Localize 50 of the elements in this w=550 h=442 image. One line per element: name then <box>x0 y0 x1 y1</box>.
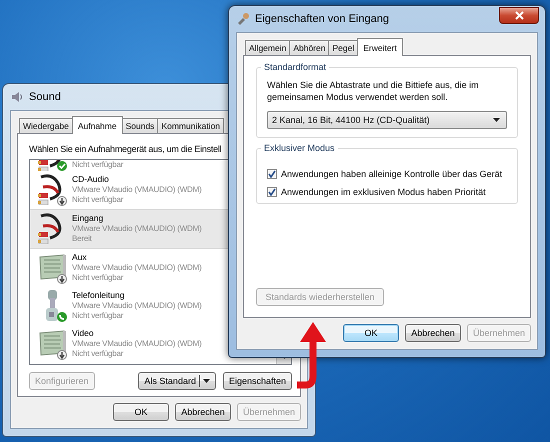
tab[interactable]: Erweitert <box>357 38 403 56</box>
instruction-text: Wählen Sie ein Aufnahmegerät aus, um die Einstell <box>29 144 222 154</box>
checkbox[interactable] <box>267 187 277 197</box>
button[interactable]: Eigenschaften <box>222 372 292 390</box>
checkbox[interactable] <box>267 169 277 179</box>
device-name: Telefonleitung <box>72 290 126 301</box>
device-name: Eingang <box>72 213 104 224</box>
group-description: Wählen Sie die Abtastrate und die Bittiefe aus, die im gemeinsamen Modus verwendet werden soll. <box>267 79 480 103</box>
button[interactable]: Abbrechen <box>404 324 461 342</box>
phone-icon <box>46 289 58 321</box>
checkbox-label: Anwendungen im exklusiven Modus haben Priorität <box>281 187 486 197</box>
tab[interactable]: Pegel <box>328 40 358 55</box>
close-button[interactable] <box>499 7 539 24</box>
device-status: Bereit <box>72 234 93 245</box>
button: Übernehmen <box>466 324 531 342</box>
button: Standards wiederherstellen <box>256 288 384 306</box>
device-name: CD-Audio <box>72 174 110 185</box>
speaker-icon <box>10 90 24 104</box>
device-driver: VMware VMaudio (VMAUDIO) (WDM) <box>72 300 202 312</box>
device-item[interactable]: Aux VMware VMaudio (VMAUDIO) (WDM) Nicht verfügbar <box>30 249 291 287</box>
group-title: Exklusiver Modus <box>261 143 338 153</box>
tab[interactable]: Allgemein <box>245 40 290 55</box>
device-driver: VMware VMaudio (VMAUDIO) (WDM) <box>72 224 202 234</box>
device-driver: VMware VMaudio (VMAUDIO) (WDM) <box>72 262 202 274</box>
window-title: Sound <box>29 91 61 103</box>
device-status: Nicht verfügbar <box>72 195 124 206</box>
format-dropdown[interactable]: 2 Kanal, 16 Bit, 44100 Hz (CD-Qualität) <box>267 111 507 129</box>
group-title: Standardformat <box>261 62 330 72</box>
device-driver: VMware VMaudio (VMAUDIO) (WDM) <box>72 184 202 196</box>
device-status: Nicht verfügbar <box>72 160 124 170</box>
window-title: Eigenschaften von Eingang <box>255 13 389 25</box>
device-driver: VMware VMaudio (VMAUDIO) (WDM) <box>72 338 202 350</box>
device-status: Nicht verfügbar <box>72 349 124 360</box>
device-item[interactable]: Nicht verfügbar <box>30 160 291 171</box>
properties-icon <box>236 12 250 26</box>
device-name: Aux <box>72 252 88 263</box>
checkbox-label: Anwendungen haben alleinige Kontrolle über das Gerät <box>281 169 502 179</box>
device-item[interactable]: Video VMware VMaudio (VMAUDIO) (WDM) Nicht verfügbar <box>30 325 291 363</box>
tab[interactable]: Abhören <box>289 40 330 55</box>
device-status: Nicht verfügbar <box>72 311 124 322</box>
caret-icon <box>493 118 500 122</box>
button: Übernehmen <box>236 403 301 421</box>
annotation-arrow <box>297 322 326 388</box>
button: Konfigurieren <box>29 372 95 390</box>
caret-icon <box>202 379 210 383</box>
button[interactable]: Als Standard <box>138 372 216 390</box>
close-icon <box>514 11 524 20</box>
device-name: Video <box>72 328 95 339</box>
device-status: Nicht verfügbar <box>72 273 124 284</box>
button[interactable]: OK <box>342 324 399 342</box>
